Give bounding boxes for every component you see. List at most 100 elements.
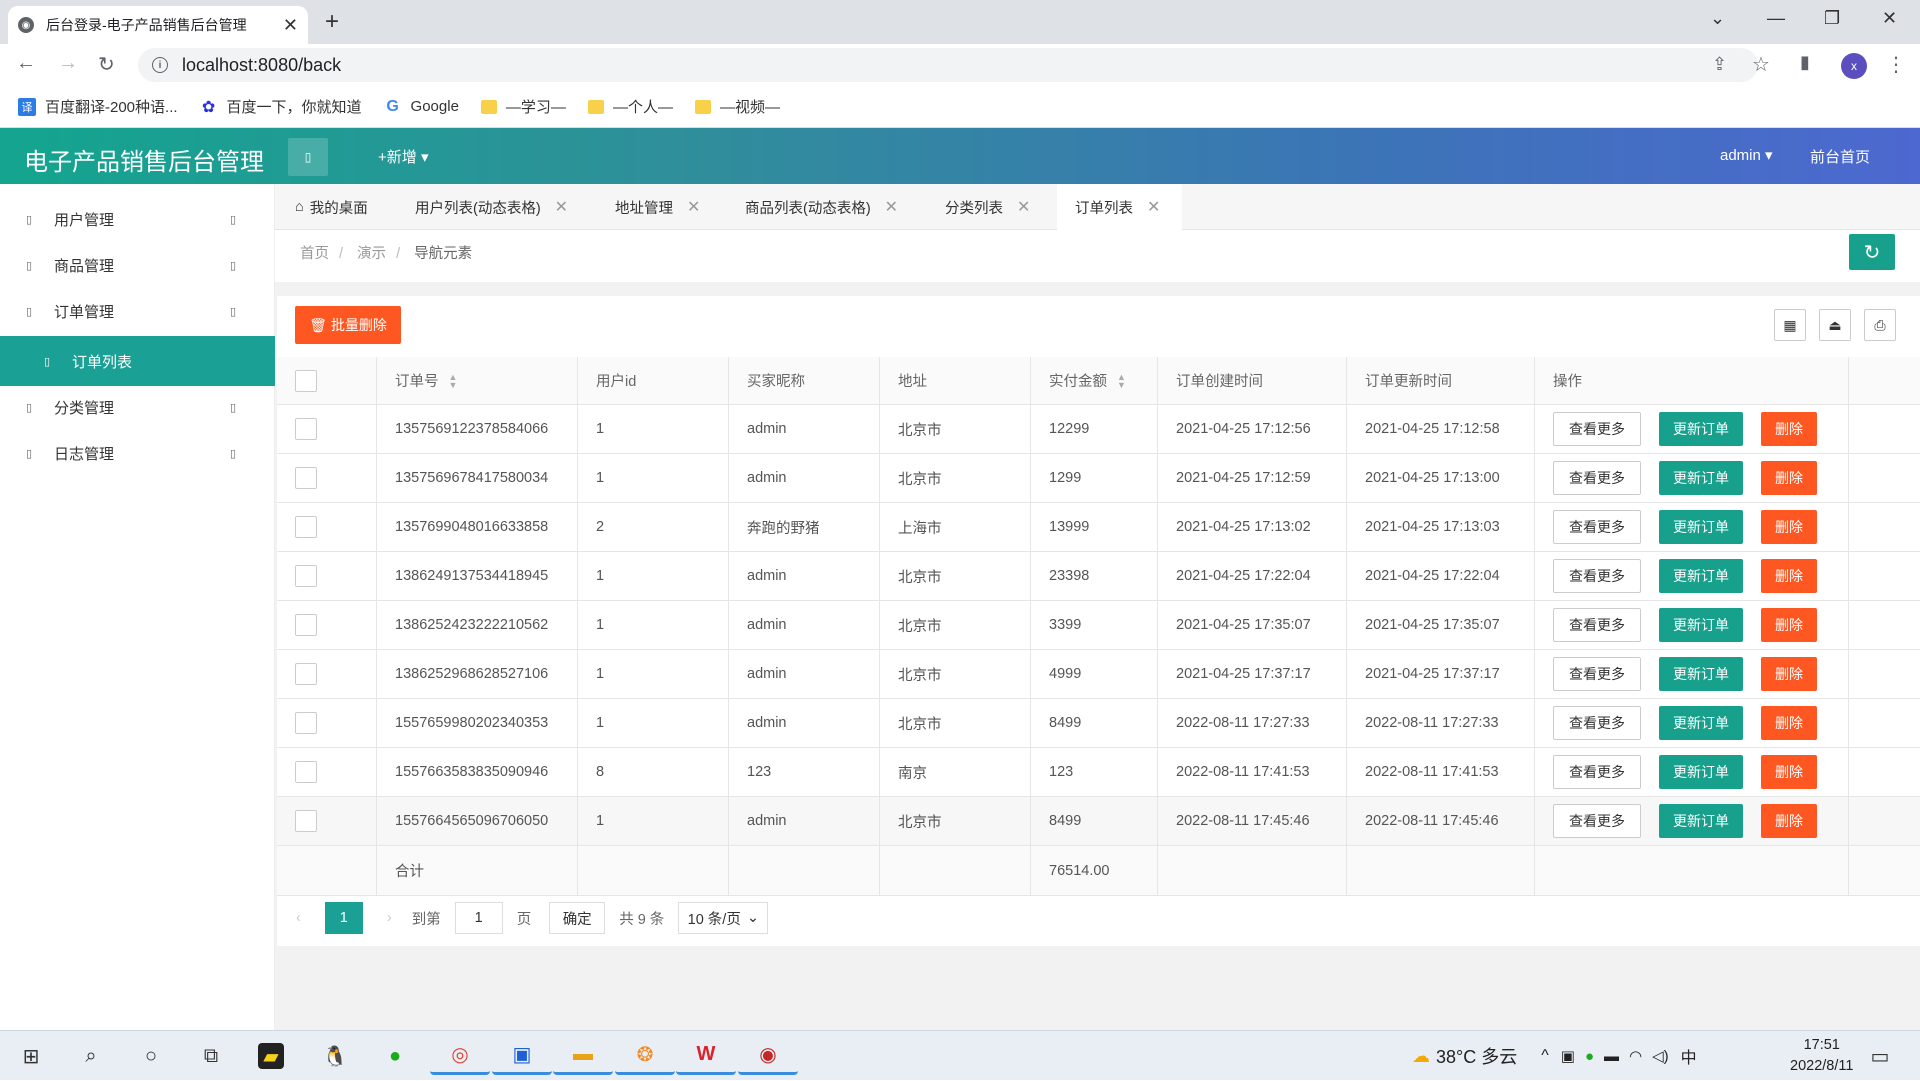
- close-icon[interactable]: ✕: [555, 197, 568, 217]
- delete-button[interactable]: 删除: [1761, 804, 1817, 838]
- wifi-icon[interactable]: ◠: [1629, 1047, 1642, 1065]
- sidebar-item-users[interactable]: ▯ 用户管理 ▯: [0, 196, 275, 242]
- qq-icon[interactable]: 🐧: [320, 1041, 350, 1071]
- view-more-button[interactable]: 查看更多: [1553, 755, 1641, 789]
- delete-button[interactable]: 删除: [1761, 559, 1817, 593]
- header-amount[interactable]: 实付金额 ▲ ▼: [1031, 357, 1158, 404]
- delete-button[interactable]: 删除: [1761, 510, 1817, 544]
- bookmark-folder[interactable]: —视频—: [694, 96, 780, 117]
- notification-icon[interactable]: ▭: [1865, 1041, 1895, 1071]
- bookmark-star-icon[interactable]: ☆: [1752, 52, 1770, 77]
- row-checkbox[interactable]: [295, 418, 317, 440]
- view-more-button[interactable]: 查看更多: [1553, 461, 1641, 495]
- sidebar-item-orders[interactable]: ▯ 订单管理 ▯: [0, 288, 275, 334]
- next-page-icon[interactable]: ›: [387, 910, 392, 926]
- front-home-link[interactable]: 前台首页: [1810, 146, 1870, 167]
- clock[interactable]: 17:51 2022/8/11: [1790, 1035, 1853, 1077]
- share-icon[interactable]: ⇪: [1712, 54, 1727, 75]
- wps-app-icon[interactable]: W: [676, 1037, 736, 1075]
- goto-confirm-button[interactable]: 确定: [549, 902, 606, 934]
- delete-button[interactable]: 删除: [1761, 657, 1817, 691]
- reload-icon[interactable]: ↻: [98, 52, 115, 77]
- menu-kebab-icon[interactable]: ⋮: [1886, 52, 1906, 77]
- update-order-button[interactable]: 更新订单: [1659, 657, 1743, 691]
- refresh-button[interactable]: ↻: [1849, 234, 1895, 270]
- delete-button[interactable]: 删除: [1761, 412, 1817, 446]
- bookmark-item[interactable]: ✿ 百度一下，你就知道: [200, 96, 362, 117]
- update-order-button[interactable]: 更新订单: [1659, 559, 1743, 593]
- cortana-icon[interactable]: ○: [136, 1041, 166, 1071]
- bookmark-item[interactable]: 译百度翻译-200种语...: [18, 96, 178, 117]
- tab-search-icon[interactable]: ⌄: [1710, 8, 1725, 29]
- row-checkbox[interactable]: [295, 614, 317, 636]
- task-view-icon[interactable]: ⧉: [196, 1041, 226, 1071]
- bookmark-item[interactable]: G Google: [384, 98, 459, 116]
- address-bar[interactable]: i localhost:8080/back: [138, 48, 1758, 82]
- close-icon[interactable]: ✕: [885, 197, 898, 217]
- columns-filter-icon[interactable]: ▦: [1774, 309, 1806, 341]
- update-order-button[interactable]: 更新订单: [1659, 608, 1743, 642]
- update-order-button[interactable]: 更新订单: [1659, 510, 1743, 544]
- close-window-icon[interactable]: ✕: [1882, 8, 1897, 29]
- wechat-tray-icon[interactable]: ●: [1585, 1048, 1594, 1065]
- windows-start-icon[interactable]: ⊞: [16, 1041, 46, 1071]
- sidebar-item-order-list[interactable]: ▯ 订单列表: [0, 336, 275, 386]
- profile-avatar[interactable]: x: [1841, 53, 1867, 79]
- export-icon[interactable]: ⏏: [1819, 309, 1851, 341]
- bookmark-folder[interactable]: —学习—: [480, 96, 566, 117]
- row-checkbox[interactable]: [295, 810, 317, 832]
- sort-icon[interactable]: ▲ ▼: [1117, 372, 1126, 389]
- chrome-app-icon[interactable]: ◎: [430, 1037, 490, 1075]
- view-more-button[interactable]: 查看更多: [1553, 559, 1641, 593]
- delete-button[interactable]: 删除: [1761, 755, 1817, 789]
- volume-icon[interactable]: ◁): [1652, 1047, 1669, 1065]
- sidebar-item-categories[interactable]: ▯ 分类管理 ▯: [0, 384, 275, 430]
- row-checkbox[interactable]: [295, 516, 317, 538]
- select-all-checkbox[interactable]: [295, 369, 317, 392]
- forward-icon[interactable]: →: [58, 52, 78, 75]
- tray-app-icon[interactable]: ▣: [1561, 1047, 1575, 1065]
- page-number-current[interactable]: 1: [324, 902, 363, 934]
- update-order-button[interactable]: 更新订单: [1659, 706, 1743, 740]
- file-explorer-icon[interactable]: ▬: [553, 1037, 613, 1075]
- close-tab-icon[interactable]: ✕: [283, 15, 298, 36]
- tab-category-list[interactable]: 分类列表 ✕: [945, 184, 1030, 230]
- breadcrumb-link[interactable]: 演示: [357, 246, 386, 262]
- minimize-icon[interactable]: —: [1767, 8, 1785, 29]
- delete-button[interactable]: 删除: [1761, 608, 1817, 642]
- batch-delete-button[interactable]: 🗑 批量删除: [295, 306, 401, 344]
- tab-desktop[interactable]: ⌂ 我的桌面: [295, 184, 368, 230]
- back-icon[interactable]: ←: [16, 52, 36, 75]
- print-icon[interactable]: ⎙: [1864, 309, 1896, 341]
- battery-icon[interactable]: ▬: [1604, 1048, 1619, 1065]
- row-checkbox[interactable]: [295, 712, 317, 734]
- delete-button[interactable]: 删除: [1761, 706, 1817, 740]
- row-checkbox[interactable]: [295, 565, 317, 587]
- close-icon[interactable]: ✕: [1017, 197, 1030, 217]
- sidebar-item-products[interactable]: ▯ 商品管理 ▯: [0, 242, 275, 288]
- admin-menu[interactable]: admin ▾: [1720, 146, 1773, 164]
- recorder-app-icon[interactable]: ◉: [738, 1037, 798, 1075]
- sort-icon[interactable]: ▲ ▼: [449, 372, 458, 389]
- page-size-select[interactable]: 10 条/页 ⌄: [678, 902, 769, 934]
- close-icon[interactable]: ✕: [687, 197, 700, 217]
- update-order-button[interactable]: 更新订单: [1659, 755, 1743, 789]
- delete-button[interactable]: 删除: [1761, 461, 1817, 495]
- sticky-notes-icon[interactable]: ▰: [258, 1043, 284, 1069]
- tab-user-list[interactable]: 用户列表(动态表格) ✕: [415, 184, 568, 230]
- weather-text[interactable]: 38°C 多云: [1436, 1043, 1517, 1069]
- sidebar-item-logs[interactable]: ▯ 日志管理 ▯: [0, 430, 275, 476]
- view-more-button[interactable]: 查看更多: [1553, 608, 1641, 642]
- wechat-icon[interactable]: ●: [380, 1041, 410, 1071]
- new-tab-icon[interactable]: +: [325, 8, 339, 36]
- view-more-button[interactable]: 查看更多: [1553, 412, 1641, 446]
- chevron-up-icon[interactable]: ^: [1541, 1047, 1549, 1065]
- update-order-button[interactable]: 更新订单: [1659, 461, 1743, 495]
- view-more-button[interactable]: 查看更多: [1553, 657, 1641, 691]
- maximize-icon[interactable]: ❐: [1824, 8, 1840, 29]
- tab-address[interactable]: 地址管理 ✕: [615, 184, 700, 230]
- row-checkbox[interactable]: [295, 467, 317, 489]
- sidebar-toggle-button[interactable]: ▯: [288, 138, 328, 176]
- site-info-icon[interactable]: i: [152, 57, 168, 73]
- search-icon[interactable]: ⌕: [76, 1041, 106, 1071]
